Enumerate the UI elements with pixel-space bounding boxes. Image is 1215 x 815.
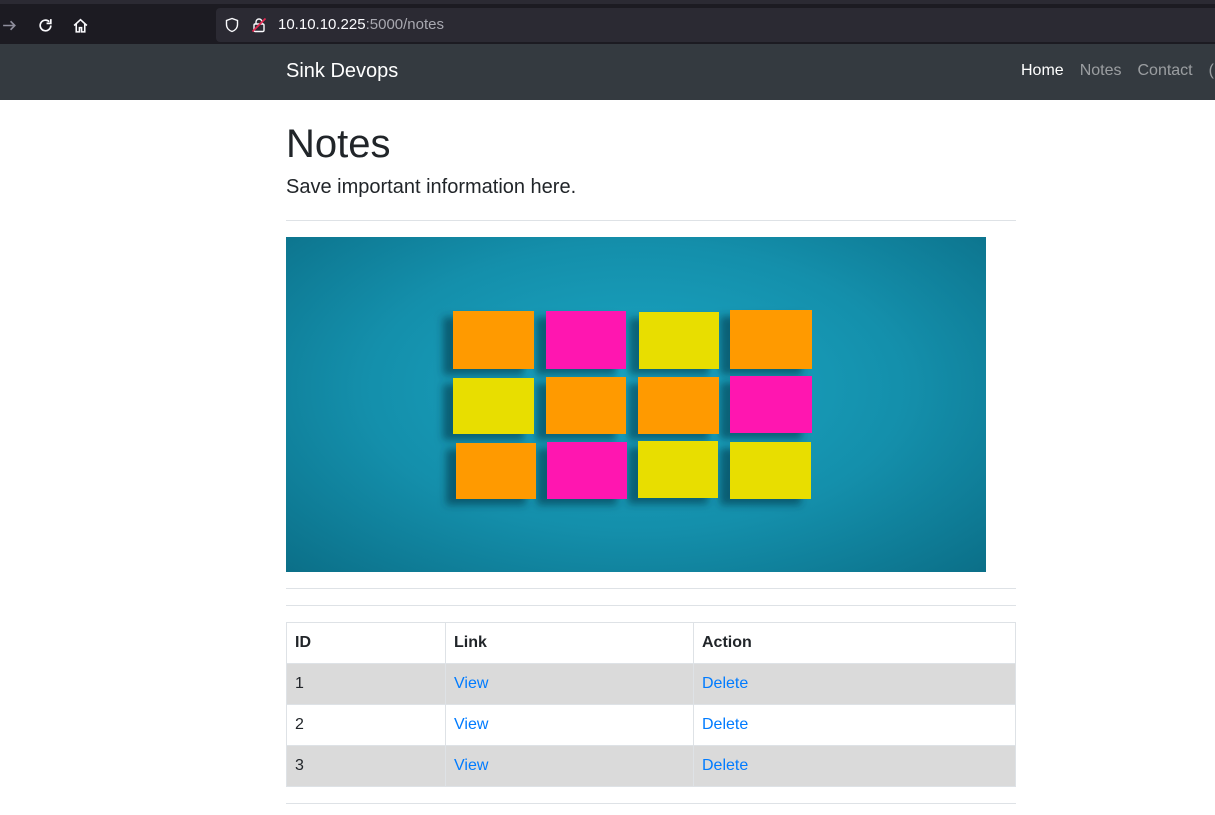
- note-action-cell: Delete: [693, 704, 1016, 746]
- divider: [286, 803, 1016, 804]
- divider: [286, 220, 1016, 221]
- note-link-cell: View: [445, 663, 694, 705]
- sticky-note-yellow: [639, 312, 719, 369]
- sticky-note-pink: [547, 442, 627, 499]
- url-host: 10.10.10.225: [278, 16, 366, 33]
- column-header-link: Link: [445, 622, 694, 664]
- sticky-note-orange: [638, 377, 719, 434]
- note-link-cell: View: [445, 745, 694, 787]
- browser-toolbar: 10.10.10.225:5000/notes: [0, 0, 1215, 44]
- note-id: 2: [286, 704, 446, 746]
- insecure-lock-icon[interactable]: [251, 17, 267, 33]
- url-text[interactable]: 10.10.10.225:5000/notes: [278, 16, 444, 34]
- table-row: 2 View Delete: [286, 704, 1016, 746]
- page-title: Notes: [286, 122, 391, 166]
- sticky-notes-image: [286, 237, 986, 572]
- nav-link-truncated[interactable]: (: [1201, 61, 1215, 83]
- sticky-note-orange: [456, 443, 536, 499]
- delete-link[interactable]: Delete: [702, 757, 748, 774]
- sticky-notes-illustration: [453, 310, 812, 499]
- note-action-cell: Delete: [693, 745, 1016, 787]
- url-path: :5000/notes: [365, 16, 444, 33]
- address-bar[interactable]: 10.10.10.225:5000/notes: [216, 8, 1215, 42]
- view-link[interactable]: View: [454, 757, 488, 774]
- navbar-brand[interactable]: Sink Devops: [286, 59, 398, 83]
- divider: [286, 588, 1016, 589]
- column-header-id: ID: [286, 622, 446, 664]
- page-subtitle: Save important information here.: [286, 176, 577, 198]
- table-header-row: ID Link Action: [286, 622, 1016, 664]
- nav-link-contact[interactable]: Contact: [1129, 61, 1200, 83]
- note-action-cell: Delete: [693, 663, 1016, 705]
- nav-link-home[interactable]: Home: [1013, 61, 1072, 83]
- sticky-note-orange: [453, 311, 534, 369]
- note-link-cell: View: [445, 704, 694, 746]
- view-link[interactable]: View: [454, 716, 488, 733]
- sticky-note-orange: [546, 377, 626, 434]
- sticky-note-yellow: [730, 442, 811, 499]
- sticky-note-yellow: [638, 441, 718, 498]
- divider: [286, 605, 1016, 606]
- note-id: 1: [286, 663, 446, 705]
- nav-link-notes[interactable]: Notes: [1072, 61, 1130, 83]
- table-row: 1 View Delete: [286, 663, 1016, 705]
- sticky-note-orange: [730, 310, 812, 369]
- delete-link[interactable]: Delete: [702, 675, 748, 692]
- sticky-note-pink: [730, 376, 812, 433]
- reload-icon[interactable]: [30, 10, 60, 40]
- column-header-action: Action: [693, 622, 1016, 664]
- table-row: 3 View Delete: [286, 745, 1016, 787]
- delete-link[interactable]: Delete: [702, 716, 748, 733]
- forward-arrow-icon[interactable]: [0, 10, 24, 40]
- sticky-note-yellow: [453, 378, 534, 434]
- site-navbar: Sink Devops Home Notes Contact (: [0, 44, 1215, 100]
- navbar-links: Home Notes Contact (: [1013, 61, 1215, 83]
- shield-icon[interactable]: [224, 17, 240, 33]
- sticky-note-pink: [546, 311, 626, 369]
- note-id: 3: [286, 745, 446, 787]
- view-link[interactable]: View: [454, 675, 488, 692]
- home-icon[interactable]: [65, 10, 95, 40]
- notes-table: ID Link Action 1 View Delete 2 View Dele…: [286, 622, 1016, 787]
- main-container: Notes Save important information here. I…: [286, 100, 1016, 804]
